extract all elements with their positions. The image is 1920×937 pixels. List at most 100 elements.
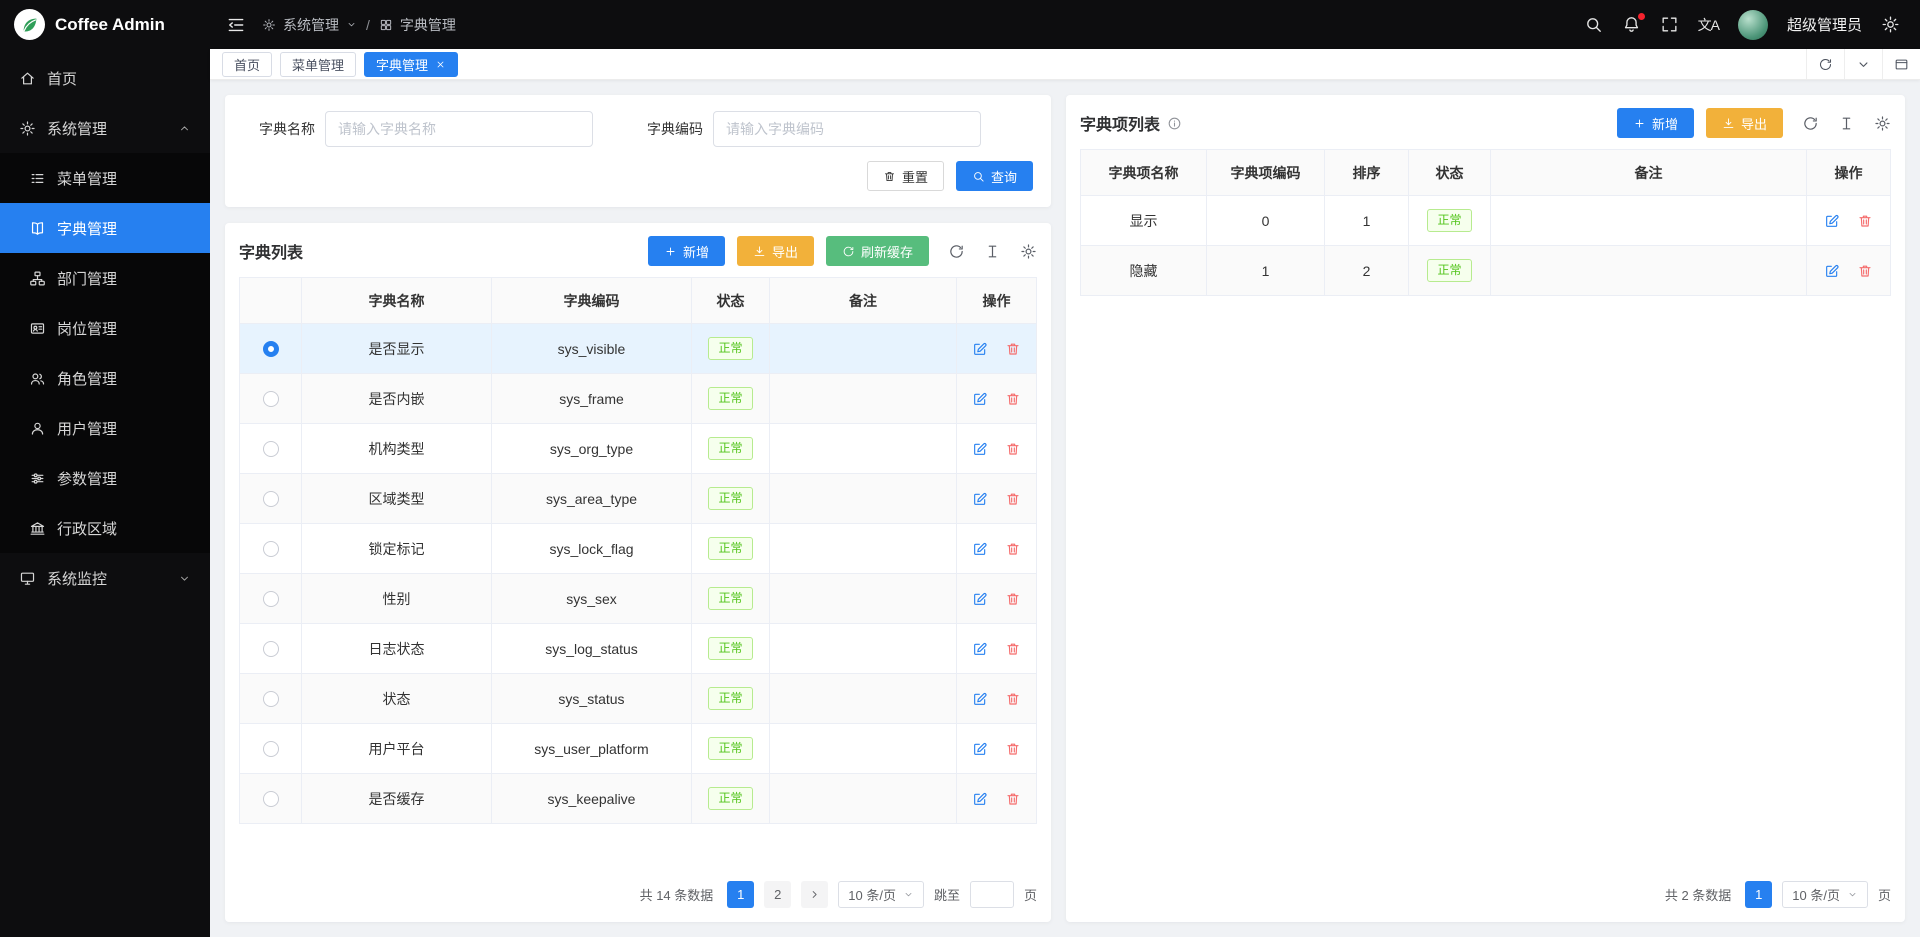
table-row[interactable]: 日志状态 sys_log_status 正常 [240, 624, 1037, 674]
edit-row-button[interactable] [972, 391, 988, 407]
edit-row-button[interactable] [972, 541, 988, 557]
refresh-tab-button[interactable] [1806, 49, 1844, 79]
refresh-table-button[interactable] [948, 243, 965, 260]
edit-row-button[interactable] [972, 591, 988, 607]
table-row[interactable]: 锁定标记 sys_lock_flag 正常 [240, 524, 1037, 574]
row-radio[interactable] [263, 391, 279, 407]
sidebar-item-region[interactable]: 行政区域 [0, 503, 210, 553]
table-header-row: 字典项名称 字典项编码 排序 状态 备注 操作 [1081, 150, 1891, 196]
add-dict-item-button[interactable]: 新增 [1617, 108, 1694, 138]
delete-row-button[interactable] [1857, 213, 1873, 229]
refresh-table-button[interactable] [1802, 115, 1819, 132]
next-page-button[interactable] [801, 881, 828, 908]
query-button[interactable]: 查询 [956, 161, 1033, 191]
table-row[interactable]: 是否缓存 sys_keepalive 正常 [240, 774, 1037, 824]
edit-row-button[interactable] [972, 791, 988, 807]
dict-code-input[interactable] [713, 111, 981, 147]
sidebar-item-menu-mgmt[interactable]: 菜单管理 [0, 153, 210, 203]
delete-row-button[interactable] [1005, 391, 1021, 407]
row-radio[interactable] [263, 591, 279, 607]
row-radio[interactable] [263, 691, 279, 707]
add-dict-button[interactable]: 新增 [648, 236, 725, 266]
refresh-cache-button[interactable]: 刷新缓存 [826, 236, 929, 266]
reset-button[interactable]: 重置 [867, 161, 944, 191]
edit-row-button[interactable] [972, 641, 988, 657]
table-row[interactable]: 显示 0 1 正常 [1081, 196, 1891, 246]
table-settings-button[interactable] [1020, 243, 1037, 260]
delete-row-button[interactable] [1005, 341, 1021, 357]
refresh-icon [842, 245, 855, 258]
fullscreen-button[interactable] [1660, 15, 1679, 34]
edit-row-button[interactable] [972, 741, 988, 757]
menu-fold-button[interactable] [226, 15, 246, 35]
dict-name-input[interactable] [325, 111, 593, 147]
table-row[interactable]: 是否显示 sys_visible 正常 [240, 324, 1037, 374]
row-radio[interactable] [263, 491, 279, 507]
column-header: 备注 [1491, 150, 1807, 196]
delete-row-button[interactable] [1005, 641, 1021, 657]
sidebar-item-user-mgmt[interactable]: 用户管理 [0, 403, 210, 453]
table-row[interactable]: 状态 sys_status 正常 [240, 674, 1037, 724]
remark-cell [770, 324, 957, 374]
sidebar-item-monitor[interactable]: 系统监控 [0, 553, 210, 603]
sidebar-item-dict-mgmt[interactable]: 字典管理 [0, 203, 210, 253]
delete-row-button[interactable] [1005, 591, 1021, 607]
table-row[interactable]: 用户平台 sys_user_platform 正常 [240, 724, 1037, 774]
table-row[interactable]: 区域类型 sys_area_type 正常 [240, 474, 1037, 524]
breadcrumb-system[interactable]: 系统管理 [283, 15, 339, 35]
avatar[interactable] [1738, 10, 1768, 40]
tab-home[interactable]: 首页 [222, 52, 272, 77]
row-radio[interactable] [263, 641, 279, 657]
username[interactable]: 超级管理员 [1787, 14, 1862, 35]
edit-row-button[interactable] [1824, 213, 1840, 229]
close-icon[interactable] [435, 59, 446, 70]
delete-row-button[interactable] [1005, 791, 1021, 807]
tab-dict-mgmt[interactable]: 字典管理 [364, 52, 458, 77]
edit-row-button[interactable] [972, 341, 988, 357]
edit-row-button[interactable] [972, 491, 988, 507]
delete-row-button[interactable] [1005, 541, 1021, 557]
sidebar-item-home[interactable]: 首页 [0, 53, 210, 103]
delete-row-button[interactable] [1005, 441, 1021, 457]
page-button-2[interactable]: 2 [764, 881, 791, 908]
table-density-button[interactable] [1838, 115, 1855, 132]
table-row[interactable]: 性别 sys_sex 正常 [240, 574, 1037, 624]
table-row[interactable]: 隐藏 1 2 正常 [1081, 246, 1891, 296]
sidebar-item-param-mgmt[interactable]: 参数管理 [0, 453, 210, 503]
page-button-1[interactable]: 1 [1745, 881, 1772, 908]
row-radio[interactable] [263, 541, 279, 557]
delete-row-button[interactable] [1857, 263, 1873, 279]
global-search-button[interactable] [1584, 15, 1603, 34]
tab-options-button[interactable] [1844, 49, 1882, 79]
edit-row-button[interactable] [972, 691, 988, 707]
settings-button[interactable] [1881, 15, 1900, 34]
delete-row-button[interactable] [1005, 691, 1021, 707]
export-dict-button[interactable]: 导出 [737, 236, 814, 266]
tab-menu-mgmt[interactable]: 菜单管理 [280, 52, 356, 77]
notifications-button[interactable] [1622, 15, 1641, 34]
sidebar-item-role-mgmt[interactable]: 角色管理 [0, 353, 210, 403]
page-button-1[interactable]: 1 [727, 881, 754, 908]
delete-row-button[interactable] [1005, 491, 1021, 507]
page-size-select[interactable]: 10 条/页 [1782, 881, 1868, 908]
sidebar-item-system[interactable]: 系统管理 [0, 103, 210, 153]
table-row[interactable]: 机构类型 sys_org_type 正常 [240, 424, 1037, 474]
table-row[interactable]: 是否内嵌 sys_frame 正常 [240, 374, 1037, 424]
edit-row-button[interactable] [1824, 263, 1840, 279]
edit-row-button[interactable] [972, 441, 988, 457]
maximize-content-button[interactable] [1882, 49, 1920, 79]
row-radio[interactable] [263, 791, 279, 807]
table-density-button[interactable] [984, 243, 1001, 260]
translate-button[interactable]: 文A [1698, 15, 1719, 35]
row-radio[interactable] [263, 741, 279, 757]
table-settings-button[interactable] [1874, 115, 1891, 132]
jump-page-input[interactable] [970, 881, 1014, 908]
row-radio[interactable] [263, 341, 279, 357]
row-radio[interactable] [263, 441, 279, 457]
sidebar-item-post-mgmt[interactable]: 岗位管理 [0, 303, 210, 353]
sidebar-item-dept-mgmt[interactable]: 部门管理 [0, 253, 210, 303]
table-header-row: 字典名称 字典编码 状态 备注 操作 [240, 278, 1037, 324]
page-size-select[interactable]: 10 条/页 [838, 881, 924, 908]
export-dict-items-button[interactable]: 导出 [1706, 108, 1783, 138]
delete-row-button[interactable] [1005, 741, 1021, 757]
